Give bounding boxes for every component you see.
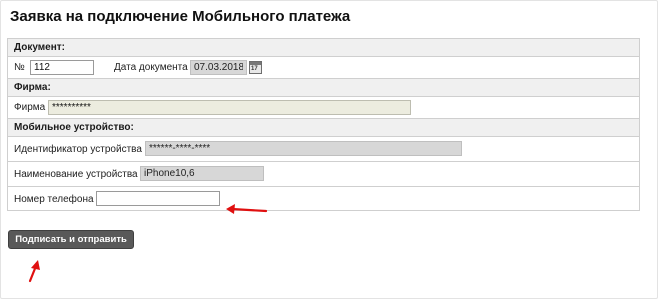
section-mobile: Мобильное устройство:: [8, 119, 639, 137]
document-date-input[interactable]: [190, 60, 247, 75]
firm-label: Фирма: [14, 102, 46, 113]
calendar-day: 17: [251, 66, 258, 72]
section-firm: Фирма:: [8, 79, 639, 97]
section-document-label: Документ:: [14, 42, 66, 53]
request-form: Документ: № Дата документа 17 Фирма: Фир…: [7, 38, 640, 211]
phone-input[interactable]: [96, 191, 220, 206]
device-name-row: Наименование устройства: [8, 162, 639, 187]
device-id-row: Идентификатор устройства: [8, 137, 639, 162]
section-document: Документ:: [8, 39, 639, 57]
page-title: Заявка на подключение Мобильного платежа: [10, 8, 351, 25]
device-id-label: Идентификатор устройства: [14, 144, 142, 155]
phone-row: Номер телефона: [8, 187, 639, 211]
section-firm-label: Фирма:: [14, 82, 51, 93]
firm-row: Фирма: [8, 97, 639, 119]
calendar-icon[interactable]: 17: [249, 61, 262, 74]
arrow-annotation-button: [28, 260, 40, 283]
device-name-label: Наименование устройства: [14, 169, 138, 180]
date-label: Дата документа: [114, 62, 188, 73]
document-number-input[interactable]: [30, 60, 94, 75]
device-name-input[interactable]: [140, 166, 264, 181]
sign-and-send-button[interactable]: Подписать и отправить: [8, 230, 134, 249]
phone-label: Номер телефона: [14, 194, 94, 205]
number-label: №: [14, 62, 25, 73]
firm-input[interactable]: [48, 100, 411, 115]
document-row: № Дата документа 17: [8, 57, 639, 79]
section-mobile-label: Мобильное устройство:: [14, 122, 134, 133]
arrow-annotation-phone: [226, 204, 268, 214]
device-id-input[interactable]: [145, 141, 462, 156]
